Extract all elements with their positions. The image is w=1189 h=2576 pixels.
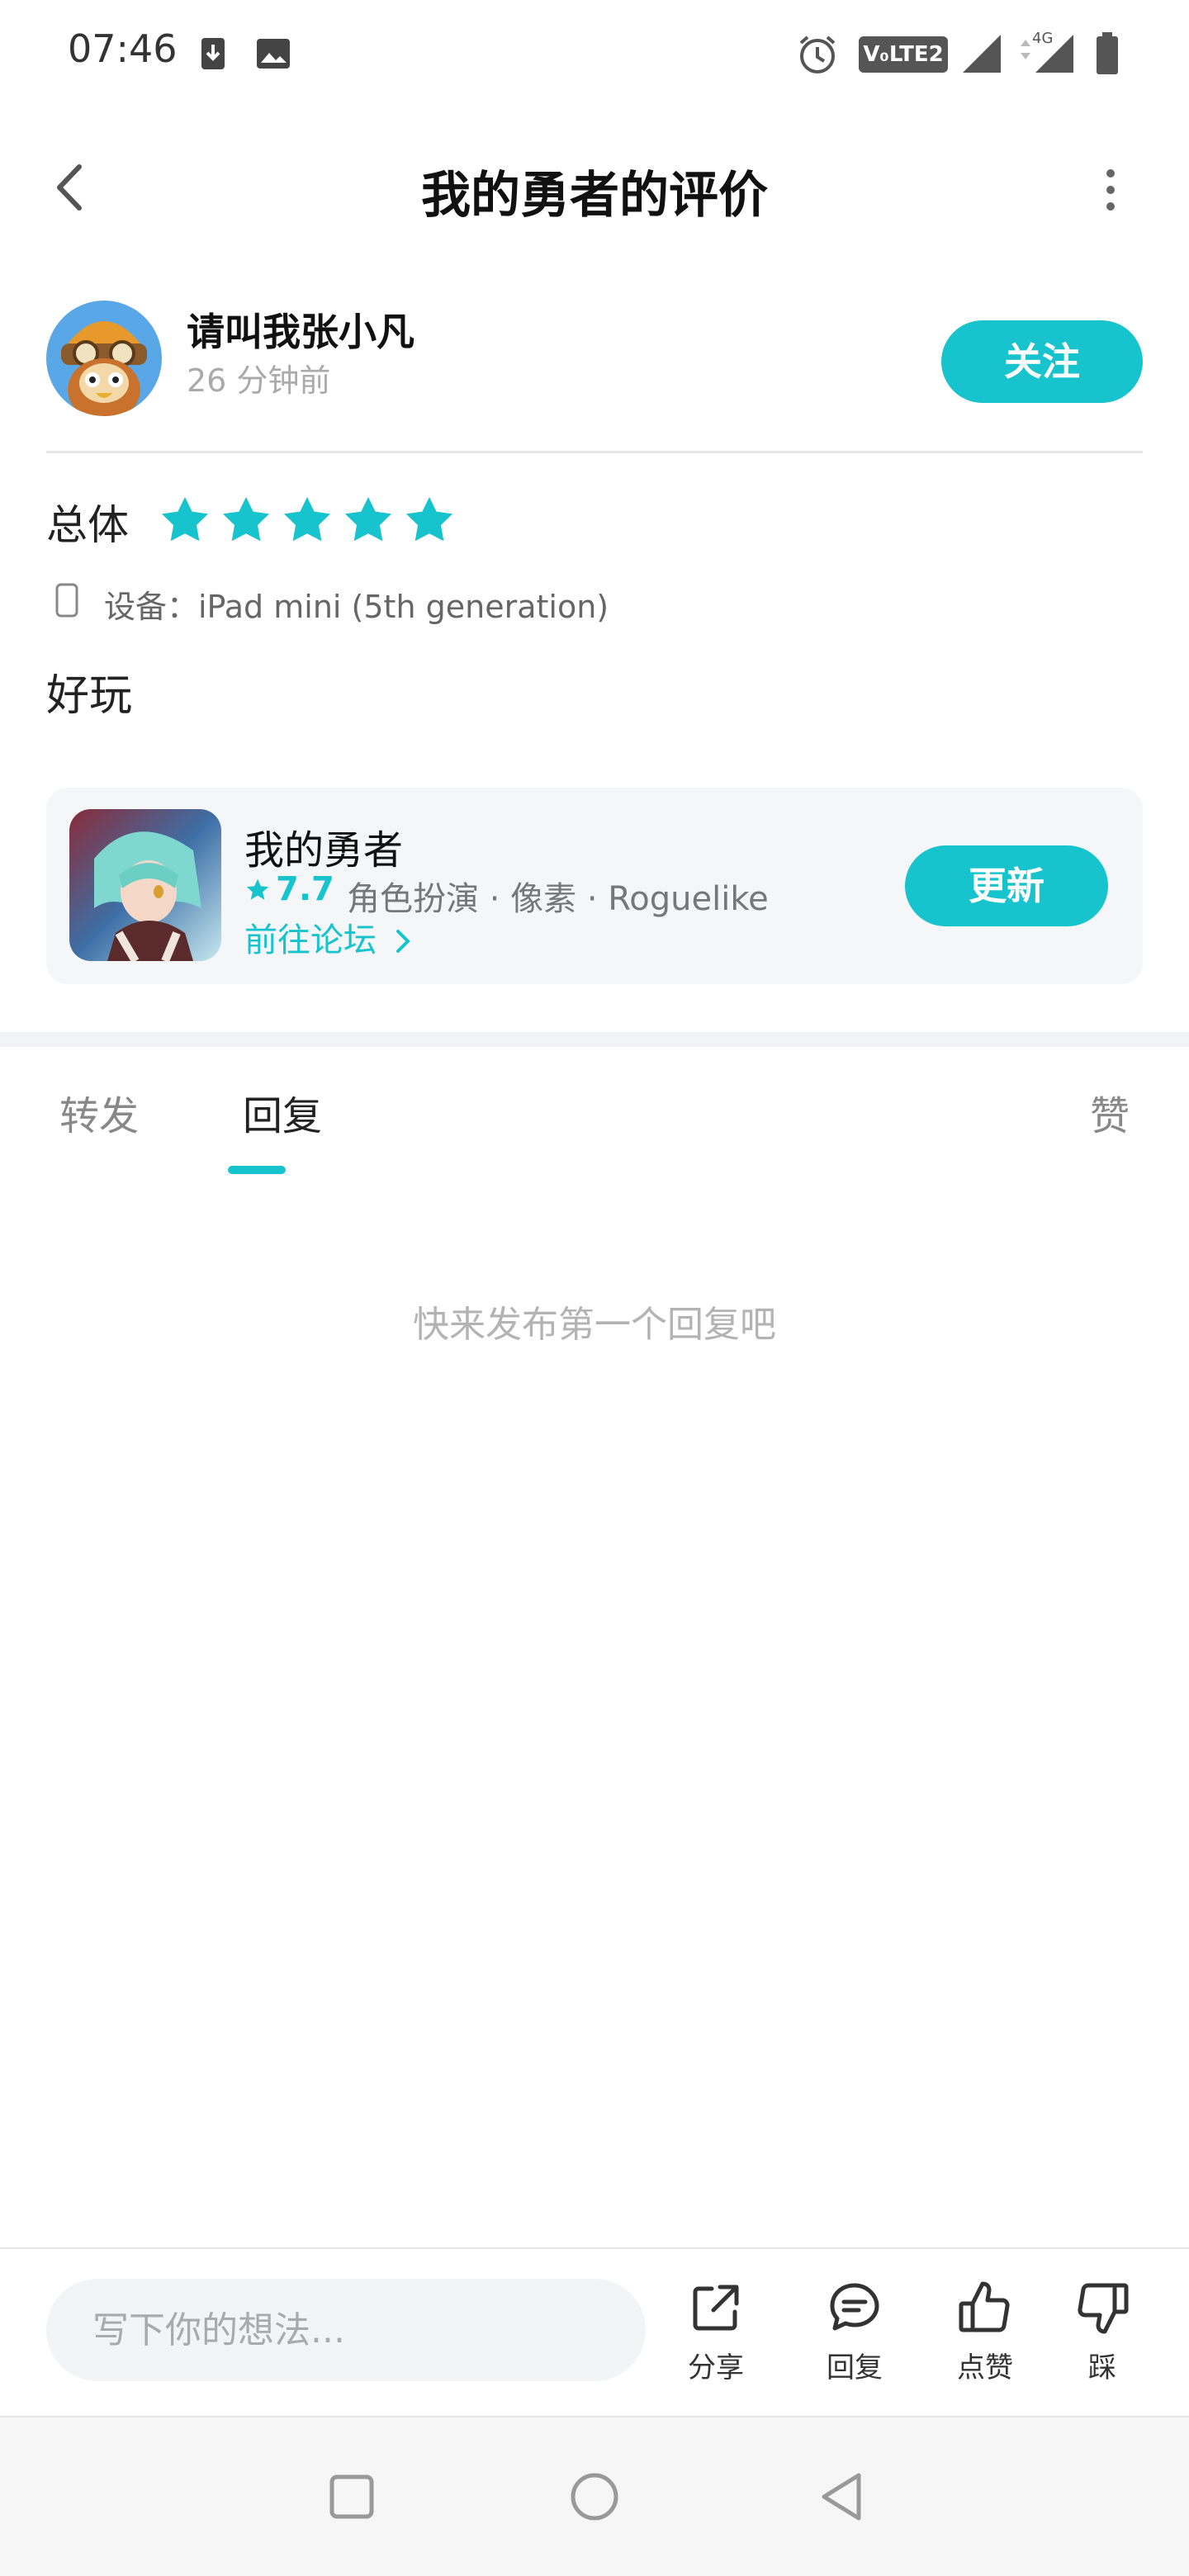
status-time: 07:46	[68, 26, 178, 71]
game-card[interactable]: 我的勇者 7.7 角色扮演 · 像素 · Roguelike 前往论坛 更新	[46, 788, 1143, 984]
phone-icon	[54, 583, 79, 621]
volte-icon: V₀LTE2	[859, 36, 948, 73]
tab-likes[interactable]: 赞	[1090, 1083, 1130, 1141]
follow-button[interactable]: 关注	[941, 320, 1143, 403]
home-icon[interactable]	[561, 2464, 628, 2530]
rating-star-icon	[406, 497, 452, 542]
reply-icon	[830, 2283, 879, 2331]
forum-link-label: 前往论坛	[244, 921, 377, 959]
more-vertical-icon[interactable]	[1090, 165, 1131, 215]
rating-star-icon	[223, 497, 269, 542]
empty-replies-message: 快来发布第一个回复吧	[413, 1304, 776, 1346]
signal-4g-icon: 4G	[1014, 28, 1077, 78]
like-button[interactable]: 点赞	[940, 2279, 1030, 2403]
device-text: 设备：iPad mini (5th generation)	[104, 589, 609, 625]
rating-star-icon	[162, 497, 208, 542]
author-name[interactable]: 请叫我张小凡	[187, 302, 414, 357]
rating-star-icon	[345, 497, 391, 542]
dislike-label: 踩	[1088, 2351, 1116, 2384]
reply-label: 回复	[827, 2351, 883, 2384]
svg-text:4G: 4G	[1032, 30, 1053, 47]
rating-stars	[162, 497, 452, 542]
alarm-icon	[796, 33, 839, 79]
avatar[interactable]	[46, 301, 162, 416]
reply-button[interactable]: 回复	[809, 2279, 900, 2403]
thumbs-up-icon	[959, 2281, 1010, 2332]
review-body: 好玩	[46, 671, 133, 721]
recents-icon[interactable]	[319, 2464, 385, 2530]
tab-replies[interactable]: 回复	[243, 1083, 322, 1141]
chevron-right-icon	[396, 930, 410, 953]
update-button[interactable]: 更新	[905, 845, 1108, 926]
like-label: 点赞	[957, 2351, 1013, 2384]
game-icon[interactable]	[69, 809, 221, 961]
review-author: 请叫我张小凡 26 分钟前 关注	[0, 297, 1189, 429]
share-icon	[693, 2285, 739, 2331]
comment-input[interactable]	[46, 2279, 646, 2381]
active-tab-indicator	[228, 1166, 286, 1174]
rating-label: 总体	[46, 501, 129, 549]
post-time: 26 分钟前	[187, 362, 331, 399]
app-header: 我的勇者的评价	[0, 132, 1189, 239]
share-label: 分享	[688, 2351, 744, 2384]
thumbs-down-icon	[1078, 2283, 1129, 2334]
status-bar: 07:46 V₀LTE2 4G	[0, 0, 1189, 107]
back-nav-icon[interactable]	[809, 2464, 875, 2530]
section-separator	[0, 1032, 1189, 1047]
game-score: 7.7	[276, 870, 334, 908]
share-button[interactable]: 分享	[670, 2279, 761, 2403]
download-icon	[198, 36, 228, 74]
score-star-icon	[244, 877, 271, 907]
forum-link[interactable]: 前往论坛	[244, 913, 412, 961]
page-title: 我的勇者的评价	[421, 167, 768, 225]
tab-bar: 转发 回复 赞	[0, 1073, 1189, 1189]
tab-repost[interactable]: 转发	[59, 1083, 139, 1141]
battery-icon	[1095, 31, 1120, 79]
system-nav-bar	[0, 2416, 1189, 2576]
game-name[interactable]: 我的勇者	[244, 817, 403, 875]
bottom-action-bar: 分享 回复 点赞 踩	[0, 2247, 1189, 2417]
dislike-button[interactable]: 踩	[1057, 2279, 1148, 2403]
rating-star-icon	[284, 497, 330, 542]
divider	[46, 451, 1143, 453]
image-icon	[256, 38, 291, 73]
signal-icon	[961, 33, 1002, 78]
